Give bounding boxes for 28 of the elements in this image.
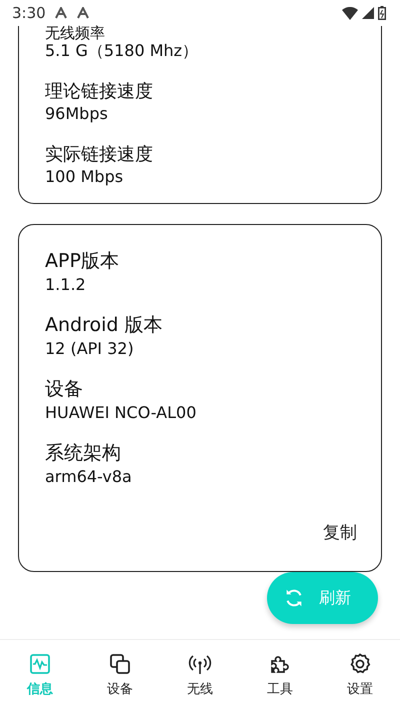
- wifi-icon: [342, 6, 358, 20]
- nav-tab[interactable]: 无线: [160, 640, 240, 711]
- pulse-icon: [28, 652, 52, 676]
- copy-button[interactable]: 复制: [317, 520, 363, 545]
- field-label: Android 版本: [45, 313, 164, 338]
- battery-icon: [378, 6, 386, 20]
- field-label: 实际链接速度: [45, 144, 154, 166]
- field-value: 1.1.2: [45, 274, 87, 296]
- nav-tab[interactable]: 工具: [240, 640, 320, 711]
- field-value: HUAWEI NCO-AL00: [45, 402, 198, 424]
- field-label: 设备: [45, 377, 84, 402]
- field-value: 100 Mbps: [45, 166, 124, 188]
- clock: 3:30: [12, 4, 46, 22]
- field-value: 12 (API 32): [45, 338, 135, 360]
- field-value: 5.1 G（5180 Mhz）: [45, 40, 200, 62]
- nav-tab[interactable]: 设备: [80, 640, 160, 711]
- field-value: arm64-v8a: [45, 466, 133, 488]
- field-label: 无线频率: [45, 26, 106, 40]
- notification-icon: [76, 7, 90, 19]
- nav-tab[interactable]: 设置: [320, 640, 400, 711]
- field-label: APP版本: [45, 249, 120, 274]
- notification-icon: [54, 7, 68, 19]
- devices-icon: [108, 652, 132, 676]
- signal-icon: [362, 7, 374, 19]
- field-value: 96Mbps: [45, 103, 109, 125]
- settings-icon: [348, 652, 372, 676]
- field-label: 理论链接速度: [45, 81, 154, 103]
- field-label: 系统架构: [45, 441, 122, 466]
